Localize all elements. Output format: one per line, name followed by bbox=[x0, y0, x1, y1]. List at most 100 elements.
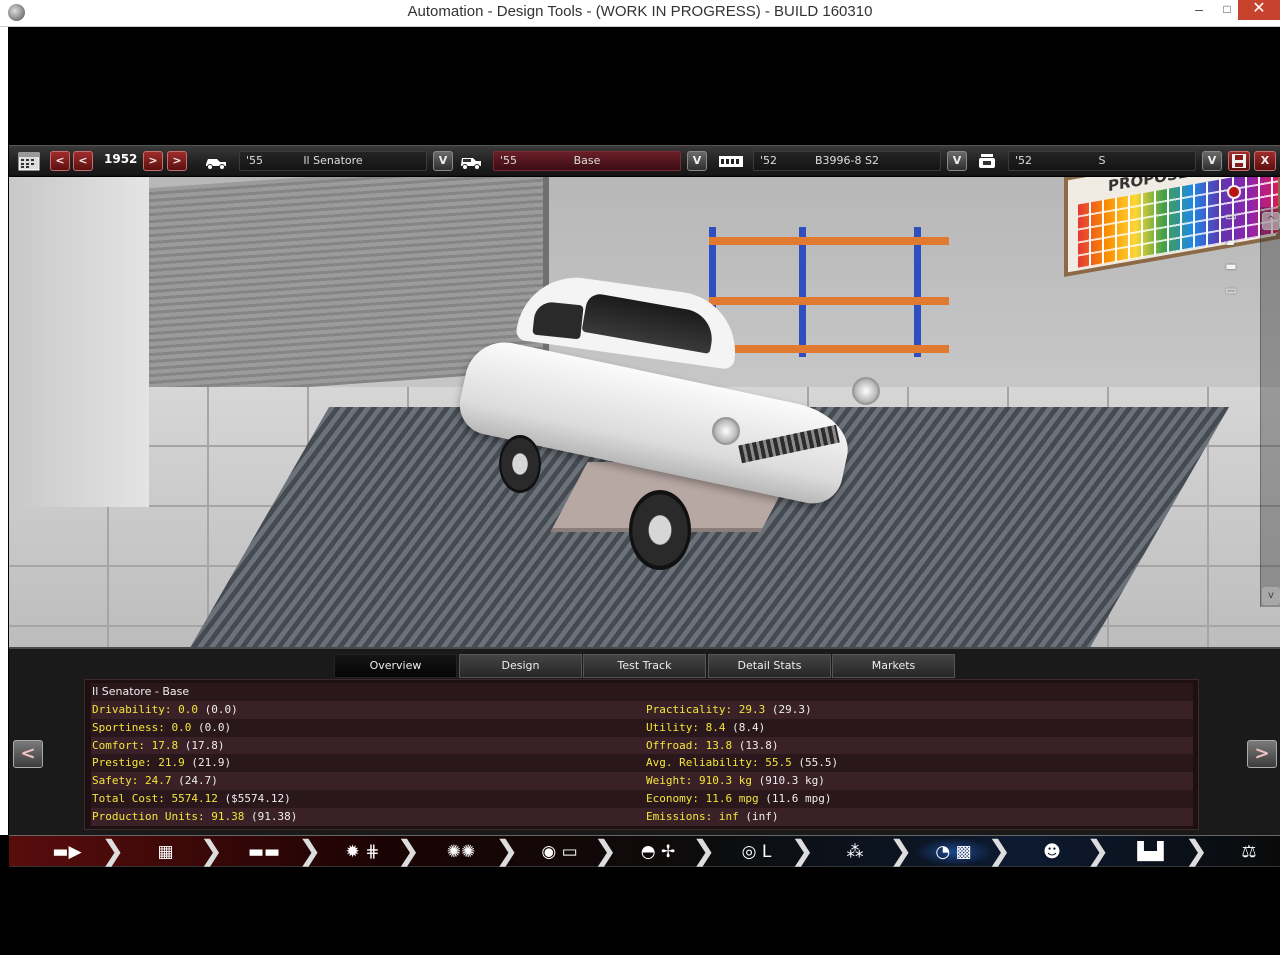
panel-next-button[interactable]: > bbox=[1247, 740, 1277, 768]
stat-value: Practicality: 29.3 bbox=[646, 703, 766, 716]
car-model-icon bbox=[204, 151, 228, 171]
design-step-nav: ▬▶ ❯ ▦ ❯ ▬▬ ❯ ✹ ⋕ ❯ ✺✺ ❯ ◉ ▭ ❯ ◓ ✢ ❯ ◎ L ❯ ⁂ ❯ ◔ ▩ ❯ ☻ ❯ ▙▟ ❯ ⚖ bbox=[9, 835, 1280, 867]
tuning-icon[interactable]: ⁂ bbox=[815, 838, 895, 866]
engine-icon bbox=[717, 151, 745, 171]
stat-value: Utility: 8.4 bbox=[646, 720, 726, 734]
camera-scroll-down-button[interactable]: v bbox=[1262, 587, 1280, 605]
stat-value: Weight: 910.3 kg bbox=[646, 774, 752, 788]
car-title: Il Senatore - Base bbox=[92, 685, 190, 698]
stat-baseline: (13.8) bbox=[738, 738, 779, 752]
stat-value: Production Units: 91.38 bbox=[92, 809, 245, 823]
close-designer-button[interactable]: X bbox=[1254, 151, 1276, 171]
camera-three-quarter-icon[interactable]: ▬ bbox=[1214, 259, 1248, 275]
stat-baseline: (inf) bbox=[745, 809, 779, 823]
car-model-icon[interactable]: ▬▶ bbox=[27, 838, 107, 866]
year-next-button[interactable]: > bbox=[143, 151, 163, 171]
engine-dropdown-button[interactable]: V bbox=[947, 151, 967, 171]
window-title: Automation - Design Tools - (WORK IN PRO… bbox=[407, 3, 873, 20]
stat-right: Economy: 11.6 mpg (11.6 mpg) bbox=[646, 790, 831, 808]
year-prev-button[interactable]: < bbox=[73, 151, 93, 171]
stat-value: Total Cost: 5574.12 bbox=[92, 792, 218, 805]
3d-viewport[interactable]: PROPOSED COLO ^ v ▭ ▰ ▬ ▭ bbox=[9, 177, 1280, 647]
car-side-window bbox=[532, 300, 584, 340]
trim-selector[interactable]: '55 Base bbox=[493, 151, 681, 171]
test-track-icon[interactable]: ◔ ▩ bbox=[913, 838, 994, 866]
car-rear-wheel bbox=[499, 435, 541, 493]
camera-scrollbar[interactable] bbox=[1260, 207, 1280, 607]
record-icon[interactable] bbox=[1227, 185, 1241, 199]
engine-variant-selector[interactable]: '52 S bbox=[1008, 151, 1196, 171]
window-left-border bbox=[0, 27, 8, 835]
tab-test-track[interactable]: Test Track bbox=[583, 654, 706, 678]
stat-row: Drivability: 0.0 (0.0) Practicality: 29.3… bbox=[91, 701, 1193, 719]
balance-icon[interactable]: ⚖ bbox=[1209, 838, 1280, 866]
stat-value: Sportiness: 0.0 bbox=[92, 720, 192, 734]
wheels-body-icon[interactable]: ◉ ▭ bbox=[520, 838, 600, 866]
car-trim-icon[interactable]: ▬▬ bbox=[224, 838, 304, 866]
suspension-icon[interactable]: ✺✺ bbox=[421, 838, 501, 866]
engine-variant-name: S bbox=[1098, 154, 1106, 167]
garage-left-wall bbox=[9, 177, 149, 507]
stat-baseline: (91.38) bbox=[250, 809, 298, 823]
camera-front-icon[interactable]: ▰ bbox=[1214, 235, 1248, 251]
stat-left: Safety: 24.7 (24.7) bbox=[92, 772, 218, 790]
stat-value: Drivability: 0.0 bbox=[92, 703, 198, 716]
close-window-button[interactable]: ✕ bbox=[1238, 0, 1280, 20]
stat-baseline: (24.7) bbox=[178, 774, 218, 788]
stat-value: Avg. Reliability: 55.5 bbox=[646, 756, 792, 770]
nav-chevron-icon: ❯ bbox=[101, 834, 125, 867]
year-first-button[interactable]: < bbox=[50, 151, 70, 171]
nav-chevron-icon: ❯ bbox=[889, 834, 913, 867]
body-fan-icon[interactable]: ◓ ✢ bbox=[618, 838, 698, 866]
panel-prev-button[interactable]: < bbox=[13, 740, 43, 768]
camera-scroll-up-button[interactable]: ^ bbox=[1262, 212, 1280, 230]
factory-icon[interactable]: ▙▟ bbox=[1111, 838, 1191, 866]
stat-baseline: (17.8) bbox=[184, 738, 225, 752]
trim-dropdown-button[interactable]: V bbox=[687, 151, 707, 171]
nav-chevron-icon: ❯ bbox=[1086, 834, 1110, 867]
stat-baseline: (0.0) bbox=[197, 720, 232, 734]
minimize-button[interactable]: – bbox=[1188, 0, 1210, 20]
trim-name: Base bbox=[573, 154, 601, 167]
engine-gearbox-icon[interactable]: ✹ ⋕ bbox=[323, 838, 403, 866]
tab-design[interactable]: Design bbox=[459, 654, 582, 678]
engine-variant-dropdown-button[interactable]: V bbox=[1202, 151, 1222, 171]
car-trim-icon bbox=[459, 151, 483, 171]
stat-value: Economy: 11.6 mpg bbox=[646, 792, 759, 805]
engine-variant-icon bbox=[975, 151, 999, 171]
calendar-icon[interactable] bbox=[17, 151, 41, 171]
model-selector[interactable]: '55 Il Senatore bbox=[239, 151, 427, 171]
tab-markets[interactable]: Markets bbox=[832, 654, 955, 678]
engine-name: B3996-8 S2 bbox=[815, 154, 879, 167]
review-icon[interactable]: ☻ bbox=[1012, 838, 1092, 866]
camera-top-icon[interactable] bbox=[1214, 285, 1248, 301]
stat-baseline: (8.4) bbox=[732, 720, 766, 734]
stat-row: Comfort: 17.8 (17.8) Offroad: 13.8 (13.8) bbox=[91, 736, 1193, 755]
stat-right: Weight: 910.3 kg (910.3 kg) bbox=[646, 772, 825, 790]
tab-overview[interactable]: Overview bbox=[334, 654, 457, 678]
nav-chevron-icon: ❯ bbox=[987, 834, 1011, 867]
model-dropdown-button[interactable]: V bbox=[433, 151, 453, 171]
maximize-button[interactable]: □ bbox=[1216, 0, 1238, 20]
stat-row: Sportiness: 0.0 (0.0) Utility: 8.4 (8.4) bbox=[91, 718, 1193, 737]
stat-left: Sportiness: 0.0 (0.0) bbox=[92, 719, 231, 737]
engine-selector[interactable]: '52 B3996-8 S2 bbox=[753, 151, 941, 171]
stat-right: Utility: 8.4 (8.4) bbox=[646, 719, 765, 737]
stat-left: Total Cost: 5574.12 ($5574.12) bbox=[92, 790, 291, 808]
steering-seat-icon[interactable]: ◎ L bbox=[717, 838, 797, 866]
stat-value: Offroad: 13.8 bbox=[646, 738, 733, 752]
nav-chevron-icon: ❯ bbox=[495, 834, 519, 867]
stat-value: Prestige: 21.9 bbox=[92, 756, 185, 770]
stat-right: Offroad: 13.8 (13.8) bbox=[646, 737, 778, 755]
stat-baseline: (55.5) bbox=[798, 756, 839, 770]
camera-side-icon[interactable]: ▭ bbox=[1214, 209, 1248, 225]
save-icon[interactable] bbox=[1228, 151, 1250, 171]
year-last-button[interactable]: > bbox=[167, 151, 187, 171]
nav-chevron-icon: ❯ bbox=[593, 834, 617, 867]
car-model[interactable] bbox=[454, 270, 894, 570]
tab-detail-stats[interactable]: Detail Stats bbox=[708, 654, 831, 678]
info-panel: Overview Design Test Track Detail Stats … bbox=[9, 647, 1280, 835]
stat-right: Practicality: 29.3 (29.3) bbox=[646, 701, 812, 719]
nav-chevron-icon: ❯ bbox=[1184, 834, 1208, 867]
engine-block-icon[interactable]: ▦ bbox=[126, 838, 206, 866]
